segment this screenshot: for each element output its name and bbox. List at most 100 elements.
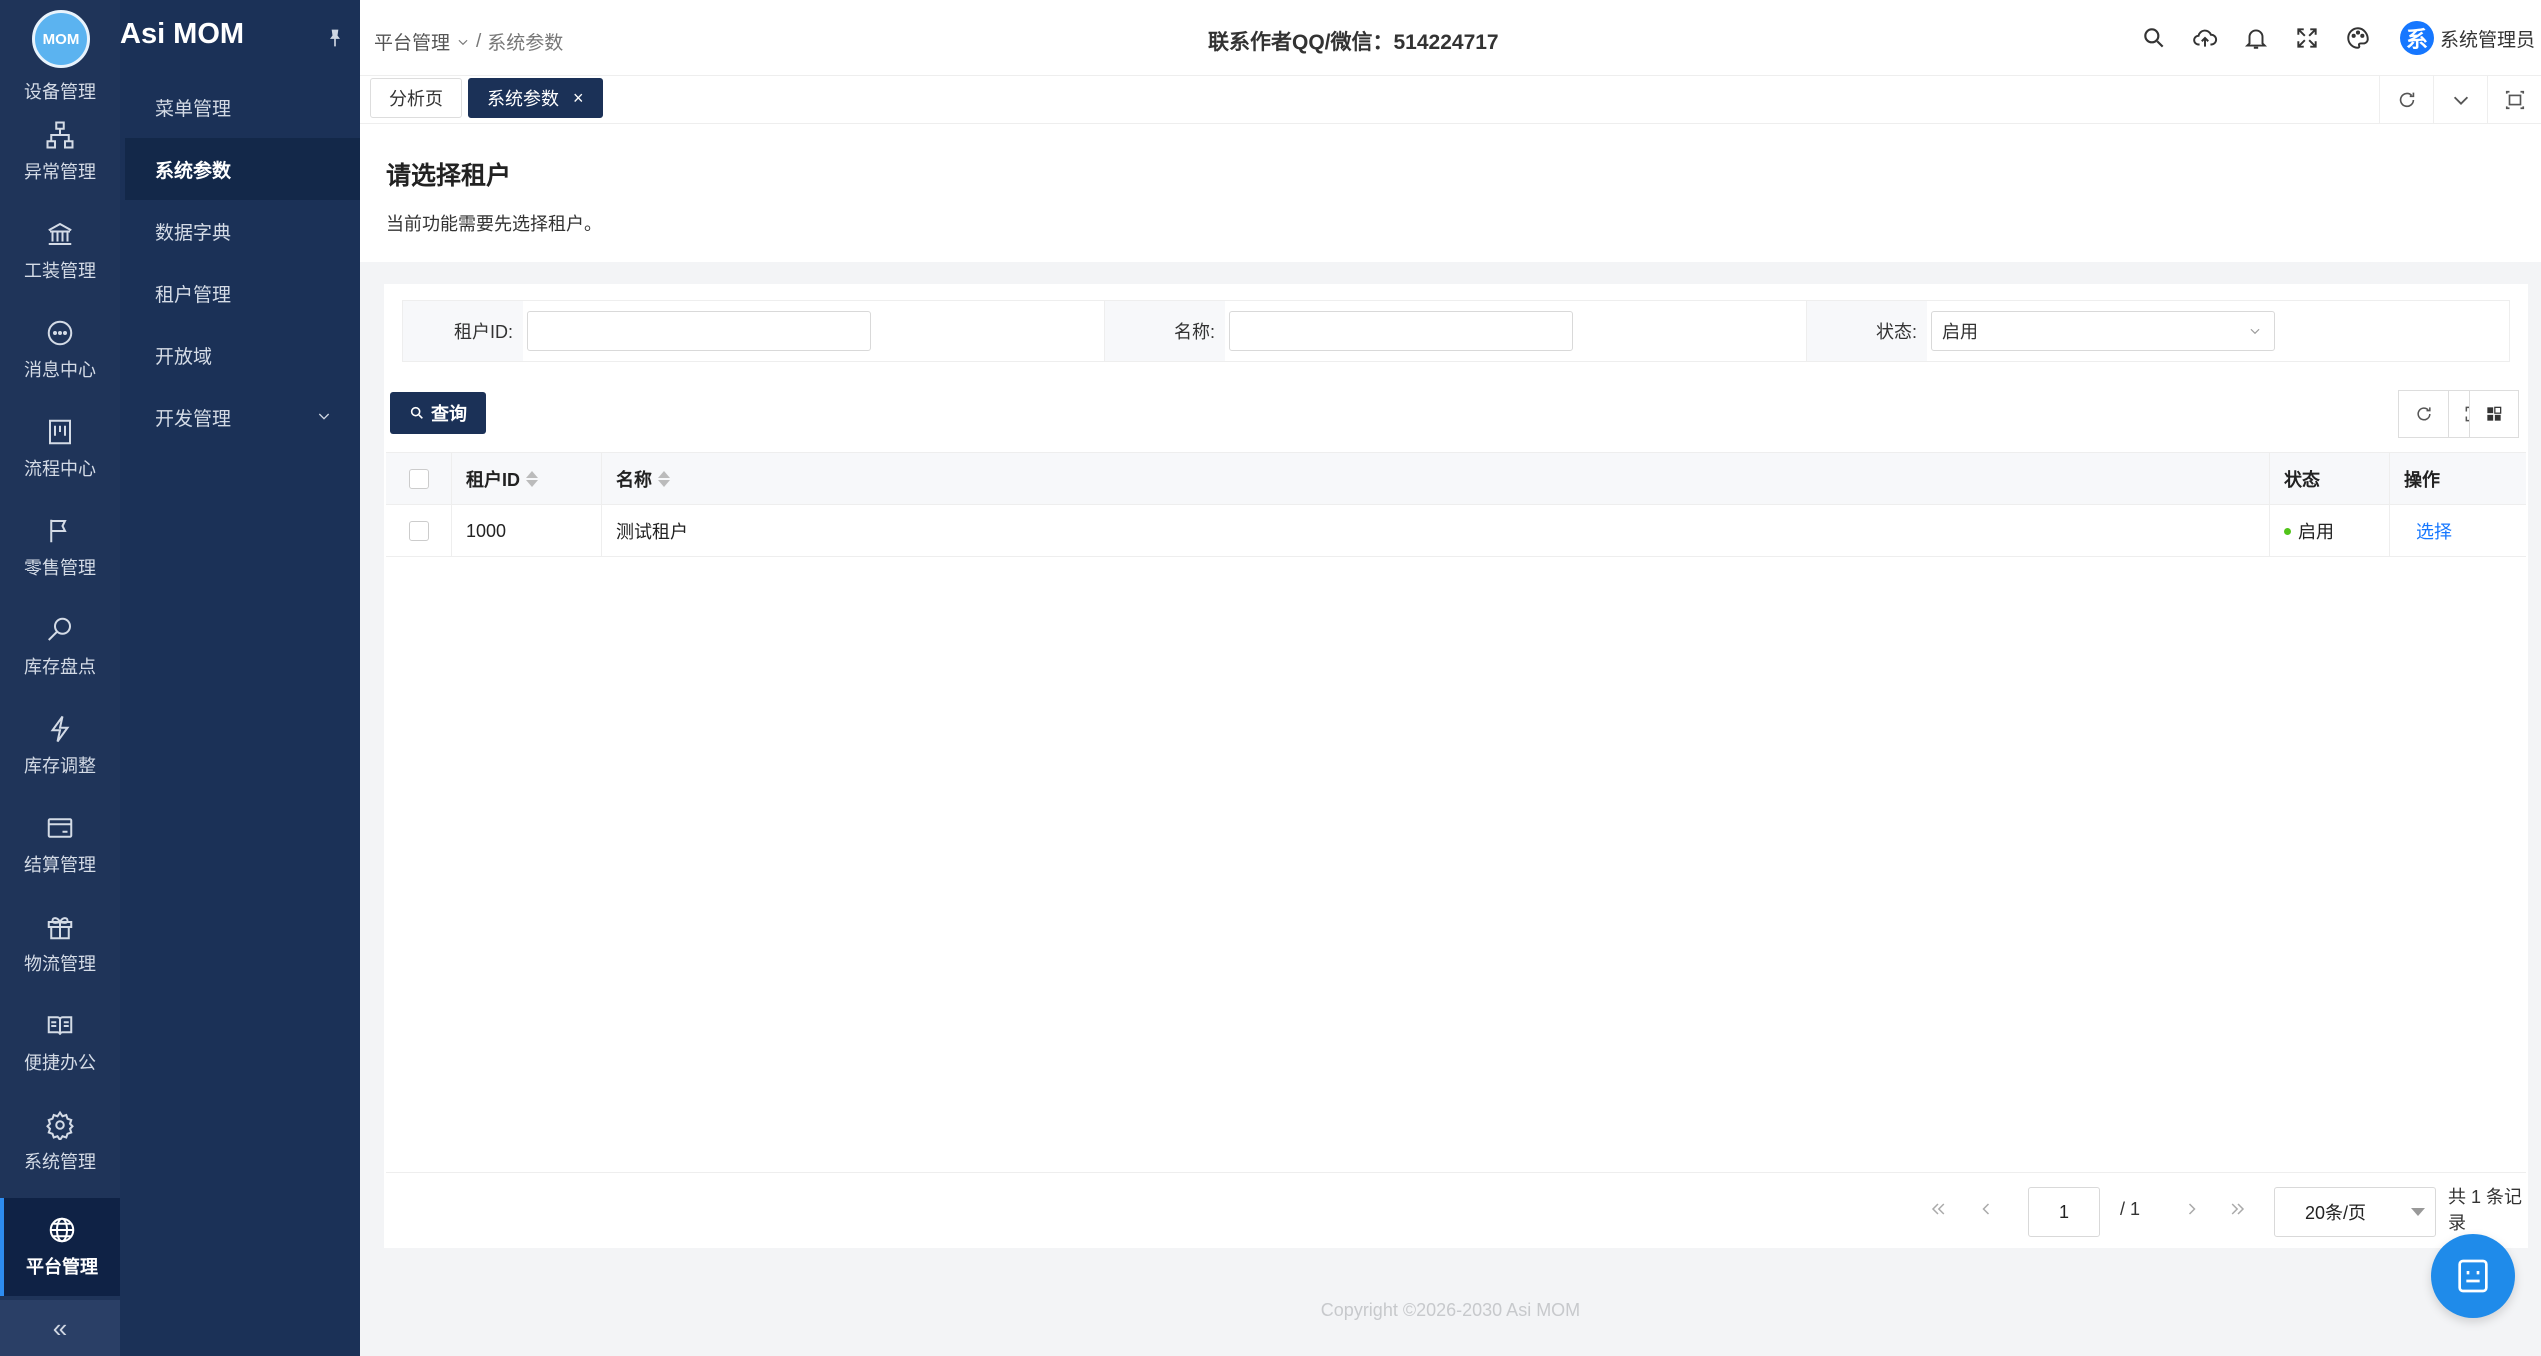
next-page-button[interactable] [2182,1173,2202,1245]
brand: Asi MOM [120,0,360,76]
page-input[interactable]: 1 [2028,1187,2100,1237]
rail-item-exception[interactable]: 异常管理 [0,104,120,200]
caret-down-icon [2411,1208,2425,1216]
maximize-tab-button[interactable] [2487,76,2541,124]
rail-item-device[interactable]: 设备管理 [0,60,120,104]
rail-item-label: 物流管理 [24,954,96,974]
cloud-upload-icon[interactable] [2192,25,2218,51]
reload-table-button[interactable] [2398,390,2448,438]
column-header-name[interactable]: 名称 [602,453,2270,505]
submenu-item-menu[interactable]: 菜单管理 [125,76,360,138]
column-header-tenant-id[interactable]: 租户ID [452,453,602,505]
tab-dropdown-button[interactable] [2433,76,2487,124]
sort-icon[interactable] [526,471,538,487]
cell-status: 启用 [2270,505,2390,557]
sort-icon[interactable] [658,471,670,487]
rail-item-label: 库存调整 [24,756,96,776]
row-select-cell [386,505,452,557]
assistant-button[interactable] [2431,1234,2515,1318]
rail-item-label: 工装管理 [24,261,96,281]
rail-item-platform[interactable]: 平台管理 [0,1198,120,1296]
submenu-item-tenant[interactable]: 租户管理 [125,262,360,324]
filter-tenant-id: 租户ID: [403,301,1105,361]
rail-item-logistics[interactable]: 物流管理 [0,896,120,992]
tab-bar: 分析页 系统参数 × [360,76,2541,124]
row-checkbox[interactable] [408,521,429,541]
tenant-id-text: 1000 [466,520,507,541]
read-icon [47,1016,73,1035]
rail-item-stock-adjust[interactable]: 库存调整 [0,698,120,794]
tab-system-params[interactable]: 系统参数 × [468,78,603,118]
page-size-value: 20条/页 [2305,1203,2367,1223]
breadcrumb-current: 系统参数 [487,33,564,54]
name-label: 名称: [1105,301,1225,361]
tenant-id-input[interactable] [527,311,871,351]
page-size-select[interactable]: 20条/页 [2274,1187,2436,1237]
search-icon[interactable] [2141,25,2167,51]
avatar[interactable]: 系 [2399,21,2434,55]
double-chevron-right-icon [2231,1203,2245,1215]
palette-icon[interactable] [2345,25,2371,51]
status-label: 状态: [1807,301,1927,361]
table-header-row: 租户ID 名称 状态 操作 [386,453,2526,505]
submenu-item-label: 系统参数 [155,160,232,182]
rail-item-office[interactable]: 便捷办公 [0,995,120,1091]
rail-item-stocktake[interactable]: 库存盘点 [0,599,120,695]
name-input[interactable] [1229,311,1573,351]
first-page-button[interactable] [1928,1173,1948,1245]
submenu-item-dev[interactable]: 开发管理 [125,386,360,448]
rail-item-label: 零售管理 [24,558,96,578]
notice-description: 当前功能需要先选择租户。 [386,214,602,234]
collapse-button[interactable]: « [0,1300,120,1356]
credit-card-icon [47,818,73,838]
query-button[interactable]: 查询 [390,392,486,434]
submenu-item-system-params[interactable]: 系统参数 [125,138,360,200]
flow-icon [49,419,71,445]
chevron-down-icon [2250,328,2260,335]
rail-item-system[interactable]: 系统管理 [0,1094,120,1190]
tab-label: 分析页 [389,89,443,109]
chevron-down-icon [458,39,468,45]
rail-item-tooling[interactable]: 工装管理 [0,203,120,299]
bell-icon[interactable] [2243,25,2269,51]
prev-page-button[interactable] [1976,1173,1996,1245]
contact-info: 联系作者QQ/微信：514224717 [1208,31,1499,54]
user-name[interactable]: 系统管理员 [2440,25,2535,52]
rail-item-settlement[interactable]: 结算管理 [0,797,120,893]
collapse-icon: « [52,1312,68,1343]
submenu-panel: Asi MOM 菜单管理 系统参数 数据字典 租户管理 开放域 开发管理 [120,0,360,1356]
submenu-item-label: 数据字典 [155,222,232,244]
column-settings-button[interactable] [2469,390,2519,438]
column-title: 名称 [616,470,652,490]
rail-item-message[interactable]: 消息中心 [0,302,120,398]
select-all-checkbox[interactable] [408,469,429,489]
pin-icon[interactable] [325,28,345,48]
header: 平台管理 / 系统参数 联系作者QQ/微信：514224717 系 系统管理员 [360,0,2541,76]
tenant-id-label: 租户ID: [403,301,523,361]
submenu-item-open-domain[interactable]: 开放域 [125,324,360,386]
status-select[interactable]: 启用 [1931,311,2275,351]
table-row[interactable]: 1000 测试租户 启用 选择 [386,505,2526,557]
rail-item-flow[interactable]: 流程中心 [0,401,120,497]
copyright: Copyright ©2026-2030 Asi MOM [1320,1300,1581,1320]
query-button-label: 查询 [431,404,467,424]
rail-item-retail[interactable]: 零售管理 [0,500,120,596]
last-page-button[interactable] [2228,1173,2248,1245]
breadcrumb-parent[interactable]: 平台管理 [374,28,450,55]
submenu-item-dictionary[interactable]: 数据字典 [125,200,360,262]
close-icon[interactable]: × [573,88,584,109]
fullscreen-icon[interactable] [2294,25,2320,51]
select-all-cell [386,453,452,505]
tab-analysis[interactable]: 分析页 [370,78,462,118]
rail-item-label: 消息中心 [24,360,96,380]
refresh-tab-button[interactable] [2379,76,2433,124]
select-tenant-link[interactable]: 选择 [2416,518,2452,544]
chevron-left-icon [1982,1203,1990,1215]
column-header-status: 状态 [2270,453,2390,505]
logo-text: MOM [42,30,80,48]
double-chevron-left-icon [1931,1203,1945,1215]
bank-icon [48,222,72,245]
tenant-panel: 租户ID: 名称: 状态: 启用 查询 租户ID 名称 状态 操作 1000 测… [384,284,2528,1248]
message-icon [47,320,73,346]
notice-title: 请选择租户 [386,162,512,190]
